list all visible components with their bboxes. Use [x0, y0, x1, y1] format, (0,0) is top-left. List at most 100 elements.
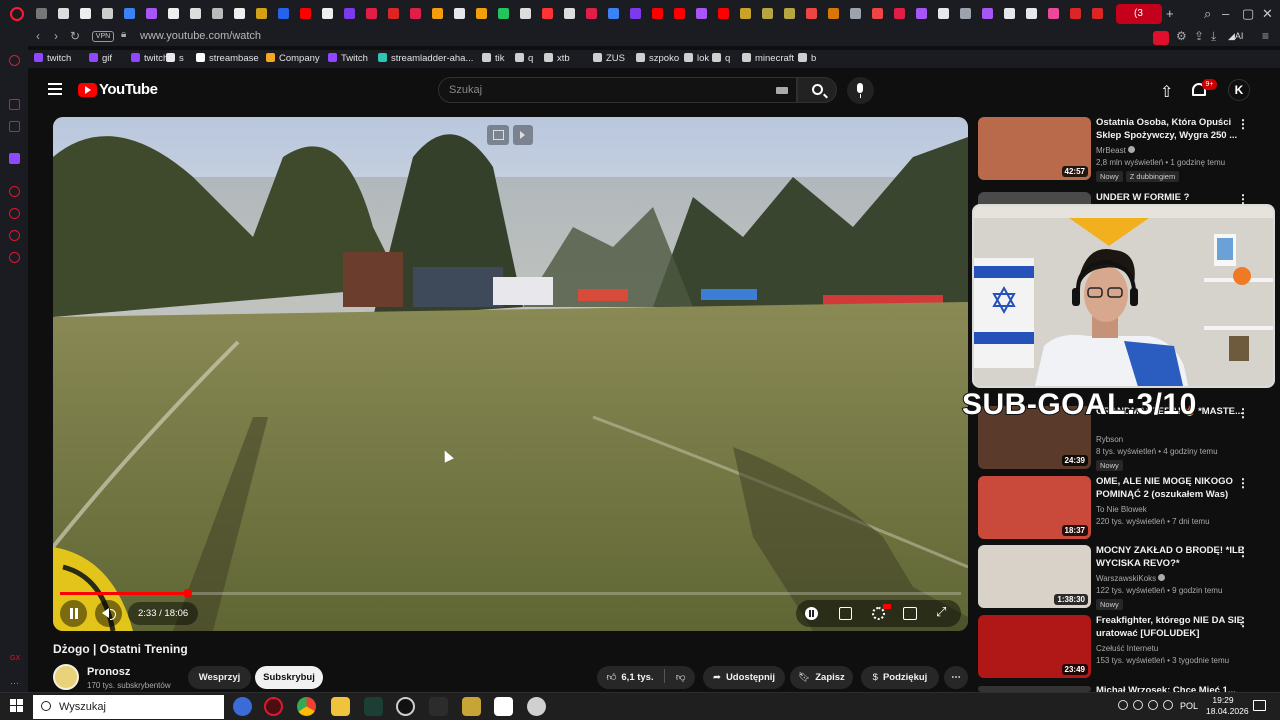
tray-chevron-icon[interactable] — [1118, 700, 1128, 710]
tab-favicon-icon[interactable] — [696, 8, 707, 19]
account-avatar[interactable]: K — [1228, 79, 1250, 101]
tray-app-icon[interactable] — [1133, 700, 1143, 710]
recommendation-thumbnail[interactable]: 1:38:30 — [978, 545, 1091, 608]
search-tabs-icon[interactable]: ⌕ — [1204, 6, 1211, 22]
recommendation-channel[interactable]: Czełuść Internetu — [1096, 644, 1158, 653]
taskbar-clock[interactable]: 19:29 18.04.2026 — [1206, 695, 1249, 717]
tab-favicon-icon[interactable] — [982, 8, 993, 19]
recommendation-thumbnail[interactable]: 42:57 — [978, 117, 1091, 180]
tab-favicon-icon[interactable] — [190, 8, 201, 19]
tab-favicon-icon[interactable] — [344, 8, 355, 19]
reload-icon[interactable]: ↻ — [70, 29, 80, 43]
recommendation-thumbnail[interactable]: 23:49 — [978, 615, 1091, 678]
tab-favicon-icon[interactable] — [432, 8, 443, 19]
recommendation-channel[interactable]: MrBeast — [1096, 146, 1135, 155]
tab-favicon-icon[interactable] — [300, 8, 311, 19]
notification-center-icon[interactable] — [1253, 700, 1266, 711]
tab-favicon-icon[interactable] — [872, 8, 883, 19]
tab-favicon-icon[interactable] — [916, 8, 927, 19]
tab-favicon-icon[interactable] — [806, 8, 817, 19]
tab-favicon-icon[interactable] — [498, 8, 509, 19]
miniplayer-button[interactable] — [487, 125, 509, 145]
forward-icon[interactable]: › — [54, 29, 58, 43]
thanks-button[interactable]: $ Podziękuj — [861, 666, 939, 689]
recommendation-title[interactable]: UNDER W FORMIE ? — [1096, 192, 1246, 205]
tab-favicon-icon[interactable] — [674, 8, 685, 19]
subscribe-button[interactable]: Subskrybuj — [255, 666, 323, 689]
taskbar-chrome-icon[interactable] — [297, 697, 316, 716]
back-icon[interactable]: ‹ — [36, 29, 40, 43]
taskbar-app5-icon[interactable] — [527, 697, 546, 716]
recommendation-item[interactable]: 18:37 OME, ALE NIE MOGĘ NIKOGO POMINĄĆ 2 … — [978, 476, 1276, 540]
recommendation-menu-icon[interactable]: ⋮ — [1237, 407, 1249, 419]
tab-favicon-icon[interactable] — [586, 8, 597, 19]
tab-favicon-icon[interactable] — [1070, 8, 1081, 19]
subtitles-icon[interactable] — [839, 607, 852, 620]
sidebar-twitch-icon[interactable] — [9, 153, 20, 164]
sidebar-settings-icon[interactable] — [9, 252, 20, 263]
opera-logo-icon[interactable] — [10, 7, 24, 21]
recommendation-title[interactable]: Ostatnia Osoba, Która Opuści Sklep Spoży… — [1096, 117, 1246, 142]
sidebar-gx-icon[interactable]: GX — [10, 655, 21, 666]
tab-favicon-icon[interactable] — [322, 8, 333, 19]
browser-menu-icon[interactable]: ≡ — [1262, 29, 1269, 43]
sidebar-m-icon[interactable] — [9, 121, 20, 132]
tray-network-icon[interactable] — [1148, 700, 1158, 710]
bookmark-item[interactable]: q — [712, 53, 730, 64]
tab-favicon-icon[interactable] — [520, 8, 531, 19]
bookmark-item[interactable]: b — [798, 53, 816, 64]
taskbar-explorer-icon[interactable] — [331, 697, 350, 716]
taskbar-app2-icon[interactable] — [429, 697, 448, 716]
youtube-logo-text[interactable]: YouTube — [99, 81, 158, 98]
url-field[interactable]: www.youtube.com/watch — [140, 30, 261, 42]
sidebar-more-icon[interactable]: ··· — [10, 678, 21, 689]
progress-bar[interactable] — [60, 589, 961, 598]
sidebar-home-icon[interactable] — [9, 55, 20, 66]
tab-favicon-icon[interactable] — [212, 8, 223, 19]
tab-favicon-icon[interactable] — [36, 8, 47, 19]
tab-favicon-icon[interactable] — [168, 8, 179, 19]
volume-button[interactable] — [95, 600, 122, 627]
support-button[interactable]: Wesprzyj — [188, 666, 251, 689]
sidebar-history-icon[interactable] — [9, 208, 20, 219]
dislike-icon[interactable]: 👎︎ — [676, 672, 686, 683]
tray-volume-icon[interactable] — [1163, 700, 1173, 710]
tab-favicon-icon[interactable] — [564, 8, 575, 19]
recommendation-title[interactable]: Freakfighter, którego NIE DA SIĘ uratowa… — [1096, 615, 1246, 640]
pause-button[interactable] — [60, 600, 87, 627]
bookmark-item[interactable]: q — [515, 53, 533, 64]
search-button[interactable] — [797, 77, 837, 103]
more-actions-button[interactable]: ⋯ — [944, 666, 968, 689]
sidebar-player-icon[interactable] — [9, 186, 20, 197]
maximize-icon[interactable]: ▢ — [1242, 6, 1254, 22]
recommendation-item[interactable]: 42:57 Ostatnia Osoba, Która Opuści Sklep … — [978, 117, 1276, 182]
taskbar-app3-icon[interactable] — [462, 697, 481, 716]
taskbar-opera-gx-icon[interactable] — [264, 697, 283, 716]
fullscreen-icon[interactable] — [936, 604, 949, 620]
tab-favicon-icon[interactable] — [102, 8, 113, 19]
search-input[interactable] — [438, 77, 797, 103]
bookmark-item[interactable]: Company — [266, 53, 320, 64]
tab-favicon-icon[interactable] — [542, 8, 553, 19]
bookmark-item[interactable]: lok — [684, 53, 709, 64]
sidebar-extensions-icon[interactable] — [9, 230, 20, 241]
aria-ai-icon[interactable]: ◢AI — [1228, 31, 1243, 42]
tab-favicon-icon[interactable] — [718, 8, 729, 19]
next-video-top-button[interactable] — [513, 125, 533, 145]
tab-favicon-icon[interactable] — [630, 8, 641, 19]
close-window-icon[interactable]: ✕ — [1262, 6, 1273, 22]
theater-mode-icon[interactable] — [903, 607, 917, 620]
recommendation-item[interactable]: 1:38:30 MOCNY ZAKŁAD O BRODĘ! *ILE WYCISK… — [978, 545, 1276, 610]
tab-favicon-icon[interactable] — [850, 8, 861, 19]
bookmark-item[interactable]: szpoko — [636, 53, 679, 64]
channel-avatar[interactable] — [53, 664, 79, 690]
video-frame[interactable] — [53, 117, 968, 631]
taskbar-obs-icon[interactable] — [396, 697, 415, 716]
bookmark-item[interactable]: ZUS — [593, 53, 625, 64]
input-language[interactable]: POL — [1180, 701, 1198, 711]
like-icon[interactable]: 👍︎ — [606, 666, 616, 689]
recommendation-channel[interactable]: Rybson — [1096, 435, 1123, 444]
upload-icon[interactable]: ⇧ — [1160, 82, 1173, 102]
recommendation-menu-icon[interactable]: ⋮ — [1237, 546, 1249, 558]
taskbar-app-icon[interactable] — [233, 697, 252, 716]
